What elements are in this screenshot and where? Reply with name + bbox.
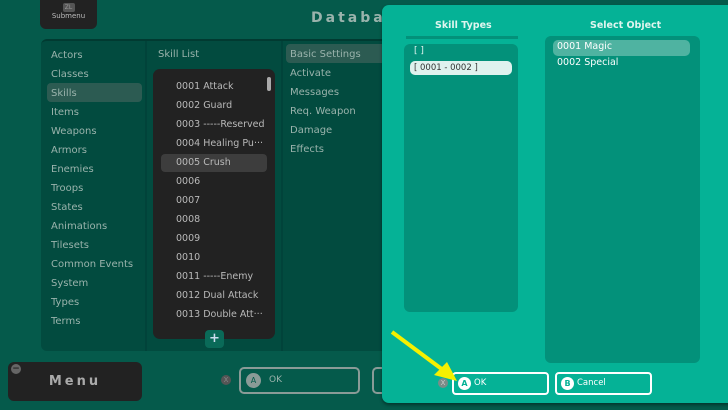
annotation-arrow-icon bbox=[390, 330, 457, 381]
